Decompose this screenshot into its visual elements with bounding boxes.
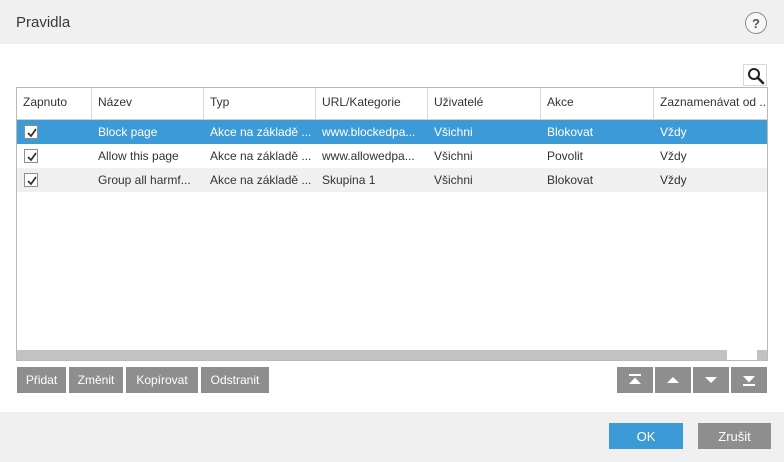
cell-action: Blokovat xyxy=(547,173,594,187)
column-header-enabled[interactable]: Zapnuto xyxy=(17,88,92,120)
horizontal-scrollbar[interactable] xyxy=(17,350,767,360)
column-header-action[interactable]: Akce xyxy=(541,88,654,120)
cell-name: Allow this page xyxy=(98,149,179,163)
cell-users: Všichni xyxy=(434,173,473,187)
edit-button[interactable]: Změnit xyxy=(69,367,123,393)
checkmark-icon xyxy=(27,176,37,186)
table-row[interactable]: Block page Akce na základě ... www.block… xyxy=(17,120,767,144)
rules-table: Zapnuto Název Typ URL/Kategorie Uživatel… xyxy=(16,87,768,361)
table-row[interactable]: Group all harmf... Akce na základě ... S… xyxy=(17,168,767,192)
column-header-users[interactable]: Uživatelé xyxy=(428,88,541,120)
copy-button[interactable]: Kopírovat xyxy=(126,367,198,393)
enabled-checkbox[interactable] xyxy=(24,173,38,187)
column-header-log[interactable]: Zaznamenávat od ... xyxy=(654,88,767,120)
cell-url: www.allowedpa... xyxy=(322,149,415,163)
cancel-button[interactable]: Zrušit xyxy=(698,423,771,449)
dialog-title: Pravidla xyxy=(16,14,71,31)
move-down-icon xyxy=(705,377,717,383)
cell-url: www.blockedpa... xyxy=(322,125,416,139)
cell-action: Blokovat xyxy=(547,125,594,139)
move-to-top-button[interactable] xyxy=(617,367,653,393)
cell-type: Akce na základě ... xyxy=(210,125,312,139)
cell-name: Block page xyxy=(98,125,158,139)
cell-log: Vždy xyxy=(660,173,687,187)
add-button[interactable]: Přidat xyxy=(17,367,66,393)
cell-users: Všichni xyxy=(434,149,473,163)
search-button[interactable] xyxy=(743,64,767,86)
column-header-type[interactable]: Typ xyxy=(204,88,316,120)
cell-name: Group all harmf... xyxy=(98,173,191,187)
cell-type: Akce na základě ... xyxy=(210,173,312,187)
cell-url: Skupina 1 xyxy=(322,173,376,187)
cell-action: Povolit xyxy=(547,149,584,163)
checkmark-icon xyxy=(27,152,37,162)
cell-type: Akce na základě ... xyxy=(210,149,312,163)
cell-log: Vždy xyxy=(660,149,687,163)
move-to-bottom-icon xyxy=(743,376,755,386)
cell-log: Vždy xyxy=(660,125,687,139)
ok-button[interactable]: OK xyxy=(609,423,683,449)
cell-users: Všichni xyxy=(434,125,473,139)
column-header-url[interactable]: URL/Kategorie xyxy=(316,88,428,120)
table-header: Zapnuto Název Typ URL/Kategorie Uživatel… xyxy=(17,88,767,120)
checkmark-icon xyxy=(27,128,37,138)
move-up-button[interactable] xyxy=(655,367,691,393)
search-icon xyxy=(748,68,765,85)
enabled-checkbox[interactable] xyxy=(24,149,38,163)
move-up-icon xyxy=(667,377,679,383)
table-row[interactable]: Allow this page Akce na základě ... www.… xyxy=(17,144,767,168)
move-down-button[interactable] xyxy=(693,367,729,393)
column-header-name[interactable]: Název xyxy=(92,88,204,120)
enabled-checkbox[interactable] xyxy=(24,125,38,139)
move-to-bottom-button[interactable] xyxy=(731,367,767,393)
remove-button[interactable]: Odstranit xyxy=(201,367,269,393)
scrollbar-corner xyxy=(727,350,757,360)
dialog-titlebar: Pravidla ? xyxy=(0,0,784,44)
move-to-top-icon xyxy=(629,374,641,384)
help-icon[interactable]: ? xyxy=(745,12,767,34)
